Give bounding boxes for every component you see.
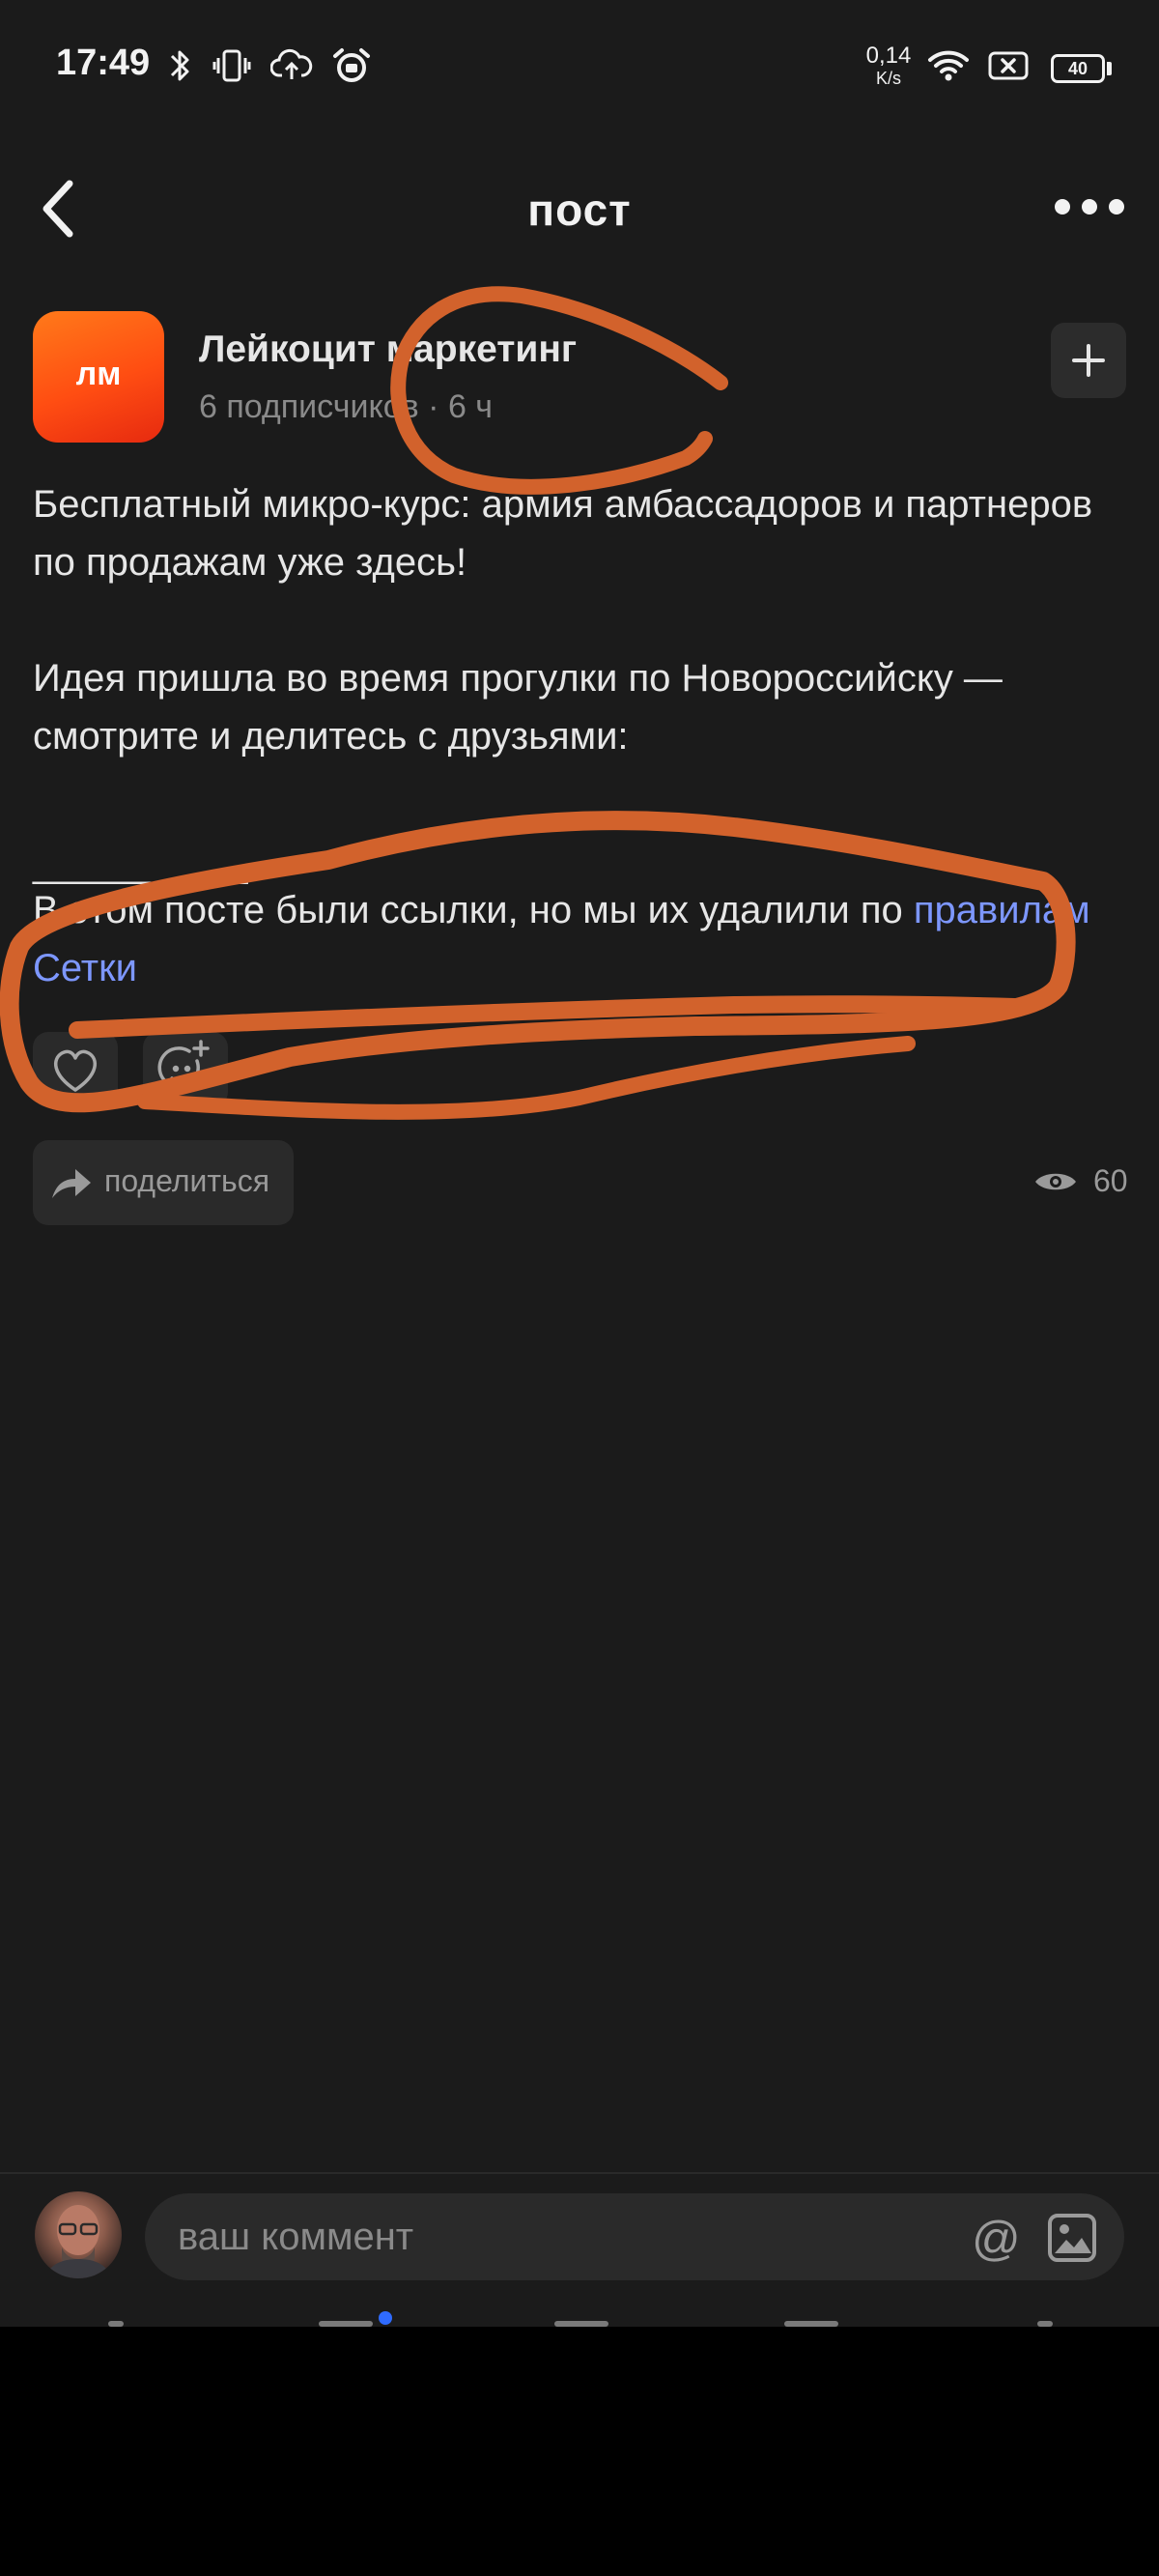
user-avatar[interactable] <box>35 2191 122 2278</box>
image-icon <box>1048 2214 1096 2262</box>
removed-links-note: В этом посте были ссылки, но мы их удали… <box>33 881 1124 997</box>
battery-level: 40 <box>1067 59 1088 78</box>
sim-x-icon <box>988 51 1029 80</box>
wifi-icon <box>928 50 969 81</box>
network-speed-value: 0,14 <box>865 43 912 69</box>
add-emoji-icon <box>157 1040 210 1089</box>
heart-icon <box>53 1049 98 1092</box>
share-label: поделиться <box>104 1163 270 1198</box>
nav-item-5[interactable] <box>1037 2321 1053 2327</box>
bluetooth-icon <box>170 50 189 81</box>
nav-item-4[interactable] <box>784 2321 838 2327</box>
battery-icon: 40 <box>1051 54 1105 83</box>
add-reaction-button[interactable] <box>143 1032 228 1107</box>
nav-item-1[interactable] <box>108 2321 124 2327</box>
status-bar: 17:49 0,14 K/s 40 <box>0 0 1159 135</box>
network-speed: 0,14 K/s <box>862 43 916 88</box>
like-button[interactable] <box>33 1032 118 1107</box>
more-options-button[interactable] <box>1051 189 1128 228</box>
annotation-scribbles <box>0 286 1076 1120</box>
channel-avatar[interactable]: лм <box>33 311 164 443</box>
network-speed-unit: K/s <box>875 69 901 88</box>
nav-notification-dot <box>379 2311 392 2325</box>
image-attach-button[interactable] <box>1047 2213 1097 2263</box>
lower-stroke-scribble <box>137 1036 916 1120</box>
underline-scribble <box>69 995 1023 1039</box>
page-title: пост <box>527 185 632 235</box>
nav-item-2[interactable] <box>319 2321 373 2327</box>
mention-button[interactable]: @ <box>972 2211 1021 2267</box>
vibrate-icon <box>212 49 251 82</box>
nav-item-3[interactable] <box>554 2321 608 2327</box>
share-arrow-icon <box>52 1169 91 1198</box>
post-screen: 17:49 0,14 K/s 40 пост лм Лейкоцит марке… <box>0 0 1159 2327</box>
plus-icon <box>1072 344 1105 377</box>
removed-links-text: В этом посте были ссылки, но мы их удали… <box>33 889 914 931</box>
channel-name[interactable]: Лейкоцит маркетинг <box>199 329 577 371</box>
battery-tip <box>1107 62 1112 75</box>
comment-bar-divider <box>0 2172 1159 2174</box>
views-count: 60 <box>1093 1163 1128 1198</box>
alarm-icon <box>333 48 370 82</box>
post-paragraph-1: Бесплатный микро-курс: армия амбассадоро… <box>33 483 1093 584</box>
cloud-upload-icon <box>270 48 313 79</box>
channel-meta: 6 подписчиков · 6 ч <box>199 388 494 425</box>
follow-button[interactable] <box>1051 323 1126 398</box>
user-photo <box>44 2205 112 2278</box>
more-dots-icon <box>1055 199 1124 215</box>
views-counter: 60 <box>1033 1163 1130 1202</box>
post-divider: __________ <box>33 843 248 885</box>
status-time: 17:49 <box>56 43 151 83</box>
share-button[interactable]: поделиться <box>33 1140 294 1225</box>
eye-icon <box>1035 1173 1076 1190</box>
post-paragraph-2: Идея пришла во время прогулки по Новорос… <box>33 657 1003 758</box>
channel-avatar-initials: лм <box>75 356 122 392</box>
